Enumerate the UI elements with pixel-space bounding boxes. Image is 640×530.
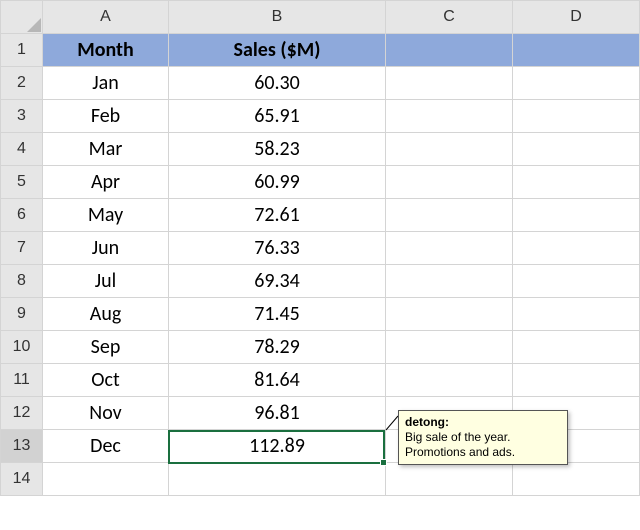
- cell-A2[interactable]: Jan: [43, 67, 169, 100]
- row-header[interactable]: 10: [1, 331, 43, 364]
- cell-D1[interactable]: [513, 34, 640, 67]
- cell-C10[interactable]: [386, 331, 513, 364]
- row-header[interactable]: 2: [1, 67, 43, 100]
- cell-D9[interactable]: [513, 298, 640, 331]
- cell-B2[interactable]: 60.30: [169, 67, 386, 100]
- comment-tooltip[interactable]: detong: Big sale of the year. Promotions…: [398, 410, 568, 465]
- cell-A1[interactable]: Month: [43, 34, 169, 67]
- cell-D2[interactable]: [513, 67, 640, 100]
- cell-A5[interactable]: Apr: [43, 166, 169, 199]
- cell-B14[interactable]: [169, 463, 386, 496]
- column-header-A[interactable]: A: [43, 1, 169, 34]
- cell-D8[interactable]: [513, 265, 640, 298]
- cell-A8[interactable]: Jul: [43, 265, 169, 298]
- cell-C9[interactable]: [386, 298, 513, 331]
- row-header[interactable]: 13: [1, 430, 43, 463]
- row-header[interactable]: 11: [1, 364, 43, 397]
- row-header[interactable]: 3: [1, 100, 43, 133]
- cell-C7[interactable]: [386, 232, 513, 265]
- cell-A3[interactable]: Feb: [43, 100, 169, 133]
- cell-D5[interactable]: [513, 166, 640, 199]
- cell-A14[interactable]: [43, 463, 169, 496]
- cell-B1[interactable]: Sales ($M): [169, 34, 386, 67]
- comment-text-line: Big sale of the year.: [405, 430, 510, 444]
- cell-A10[interactable]: Sep: [43, 331, 169, 364]
- cell-C11[interactable]: [386, 364, 513, 397]
- column-header-B[interactable]: B: [169, 1, 386, 34]
- row-header[interactable]: 9: [1, 298, 43, 331]
- cell-D3[interactable]: [513, 100, 640, 133]
- cell-A4[interactable]: Mar: [43, 133, 169, 166]
- cell-A11[interactable]: Oct: [43, 364, 169, 397]
- cell-B13[interactable]: 112.89: [169, 430, 386, 463]
- cell-A9[interactable]: Aug: [43, 298, 169, 331]
- row-header[interactable]: 6: [1, 199, 43, 232]
- cell-D6[interactable]: [513, 199, 640, 232]
- fill-handle[interactable]: [380, 459, 387, 466]
- cell-A12[interactable]: Nov: [43, 397, 169, 430]
- select-all-corner[interactable]: [1, 1, 43, 34]
- column-header-C[interactable]: C: [386, 1, 513, 34]
- cell-B8[interactable]: 69.34: [169, 265, 386, 298]
- cell-B4[interactable]: 58.23: [169, 133, 386, 166]
- cell-A6[interactable]: May: [43, 199, 169, 232]
- row-header[interactable]: 4: [1, 133, 43, 166]
- comment-text-line: Promotions and ads.: [405, 445, 515, 459]
- cell-A7[interactable]: Jun: [43, 232, 169, 265]
- cell-C1[interactable]: [386, 34, 513, 67]
- comment-author: detong:: [405, 415, 561, 430]
- cell-C8[interactable]: [386, 265, 513, 298]
- cell-B6[interactable]: 72.61: [169, 199, 386, 232]
- row-header[interactable]: 1: [1, 34, 43, 67]
- cell-C4[interactable]: [386, 133, 513, 166]
- cell-B3[interactable]: 65.91: [169, 100, 386, 133]
- column-header-D[interactable]: D: [513, 1, 640, 34]
- cell-B7[interactable]: 76.33: [169, 232, 386, 265]
- select-all-triangle-icon: [27, 18, 41, 32]
- cell-D11[interactable]: [513, 364, 640, 397]
- cell-C2[interactable]: [386, 67, 513, 100]
- cell-C14[interactable]: [386, 463, 513, 496]
- cell-D10[interactable]: [513, 331, 640, 364]
- cell-C6[interactable]: [386, 199, 513, 232]
- cell-C5[interactable]: [386, 166, 513, 199]
- cell-D7[interactable]: [513, 232, 640, 265]
- cell-C3[interactable]: [386, 100, 513, 133]
- cell-B12[interactable]: 96.81: [169, 397, 386, 430]
- row-header[interactable]: 8: [1, 265, 43, 298]
- cell-D4[interactable]: [513, 133, 640, 166]
- cell-A13[interactable]: Dec: [43, 430, 169, 463]
- row-header[interactable]: 5: [1, 166, 43, 199]
- cell-D14[interactable]: [513, 463, 640, 496]
- row-header[interactable]: 12: [1, 397, 43, 430]
- cell-B9[interactable]: 71.45: [169, 298, 386, 331]
- row-header[interactable]: 7: [1, 232, 43, 265]
- cell-B5[interactable]: 60.99: [169, 166, 386, 199]
- cell-B10[interactable]: 78.29: [169, 331, 386, 364]
- cell-B11[interactable]: 81.64: [169, 364, 386, 397]
- row-header[interactable]: 14: [1, 463, 43, 496]
